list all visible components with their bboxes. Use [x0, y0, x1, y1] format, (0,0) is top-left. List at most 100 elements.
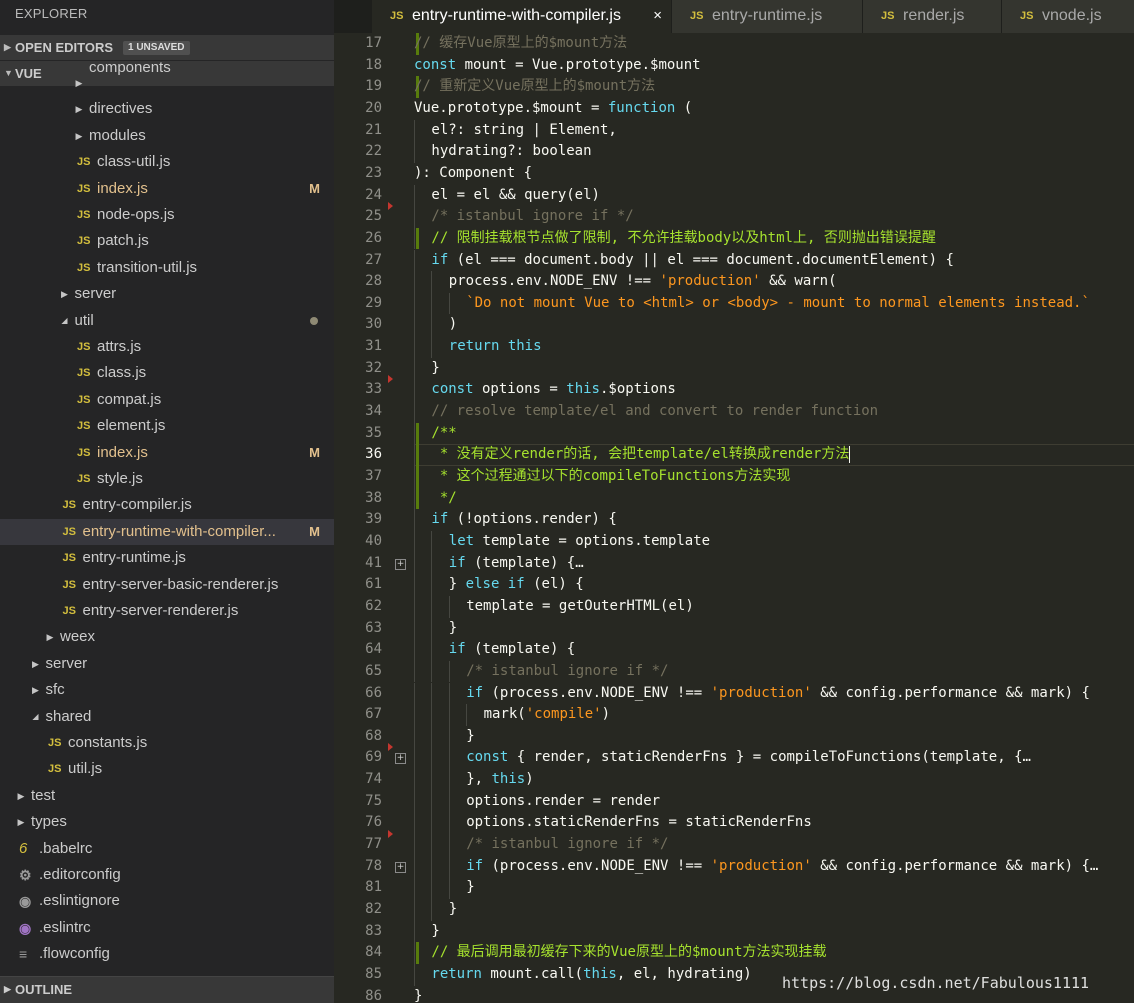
fold-expand-icon[interactable]: +: [395, 558, 406, 570]
code-line[interactable]: }: [431, 358, 439, 380]
code-line[interactable]: const options = this.$options: [431, 379, 675, 401]
code-line[interactable]: /* istanbul ignore if */: [431, 206, 633, 228]
tab-entry-runtime-with-compiler[interactable]: JS entry-runtime-with-compiler.js ×: [372, 0, 672, 33]
code-line[interactable]: }: [449, 618, 457, 640]
code-line[interactable]: return mount.call(this, el, hydrating): [431, 964, 751, 986]
code-line[interactable]: }: [466, 726, 474, 748]
code-line[interactable]: // 最后调用最初缓存下来的Vue原型上的$mount方法实现挂载: [431, 942, 826, 964]
code-line[interactable]: template = getOuterHTML(el): [466, 596, 694, 618]
close-icon[interactable]: ×: [653, 0, 662, 31]
code-line[interactable]: // 缓存Vue原型上的$mount方法: [414, 33, 627, 55]
code-line[interactable]: /* istanbul ignore if */: [466, 834, 668, 856]
code-line[interactable]: }: [466, 877, 474, 899]
fold-expand-icon[interactable]: +: [395, 753, 406, 765]
tree-item-label: directives: [89, 100, 153, 118]
tree-file[interactable]: JS entry-compiler.js: [0, 492, 334, 518]
code-line[interactable]: let template = options.template: [449, 531, 710, 553]
code-line[interactable]: hydrating?: boolean: [431, 141, 591, 163]
line-number: 78: [365, 857, 382, 874]
code-line[interactable]: options.staticRenderFns = staticRenderFn…: [466, 812, 812, 834]
code-line[interactable]: process.env.NODE_ENV !== 'production' &&…: [449, 271, 837, 293]
code-line[interactable]: }: [431, 921, 439, 943]
tree-folder[interactable]: ▶ components: [0, 59, 334, 96]
tree-file[interactable]: JS util.js: [0, 756, 334, 782]
code-token: return: [431, 965, 482, 982]
code-line[interactable]: `Do not mount Vue to <html> or <body> - …: [466, 293, 1090, 315]
code-line[interactable]: // 重新定义Vue原型上的$mount方法: [414, 76, 655, 98]
code-line[interactable]: if (process.env.NODE_ENV !== 'production…: [466, 856, 1098, 878]
modified-badge: M: [309, 523, 320, 539]
code-line[interactable]: el = el && query(el): [431, 185, 600, 207]
code-line[interactable]: /**: [431, 423, 456, 445]
code-line[interactable]: /* istanbul ignore if */: [466, 661, 668, 683]
code-line[interactable]: */: [431, 488, 457, 510]
tab-vnode[interactable]: JS vnode.js: [1002, 0, 1134, 33]
code-editor[interactable]: 17 // 缓存Vue原型上的$mount方法 18 const mount = Vu…: [334, 33, 1134, 1003]
tree-folder[interactable]: ▶ sfc: [0, 677, 334, 703]
code-token: { render, staticRenderFns } = compileToF…: [508, 749, 1031, 766]
code-line[interactable]: // 限制挂载根节点做了限制, 不允许挂载body以及html上, 否则抛出错误…: [431, 228, 935, 250]
code-line[interactable]: // resolve template/el and convert to re…: [431, 401, 878, 423]
tab-render[interactable]: JS render.js: [863, 0, 1002, 33]
tree-file[interactable]: JS index.js M: [0, 176, 334, 202]
tree-file[interactable]: JS class.js: [0, 360, 334, 386]
code-line[interactable]: if (!options.render) {: [431, 509, 616, 531]
tree-folder[interactable]: ◢ shared: [0, 704, 334, 730]
tree-file[interactable]: ≡ .flowconfig: [0, 941, 334, 967]
code-line[interactable]: el?: string | Element,: [431, 120, 616, 142]
tree-file[interactable]: JS entry-server-basic-renderer.js: [0, 572, 334, 598]
outline-header[interactable]: ▶ OUTLINE: [0, 976, 334, 1003]
code-line[interactable]: }: [449, 899, 457, 921]
code-line[interactable]: if (template) {…: [449, 553, 584, 575]
tree-file[interactable]: JS attrs.js: [0, 334, 334, 360]
tree-file[interactable]: JS entry-runtime-with-compiler... M: [0, 518, 334, 545]
tree-file[interactable]: ◉ .eslintignore: [0, 888, 334, 914]
code-line[interactable]: options.render = render: [466, 791, 660, 813]
tab-entry-runtime[interactable]: JS entry-runtime.js: [672, 0, 863, 33]
fold-expand-icon[interactable]: +: [395, 861, 406, 873]
tree-folder[interactable]: ▶ server: [0, 651, 334, 677]
code-line[interactable]: }, this): [466, 769, 533, 791]
code-token: * 这个过程通过以下的compileToFunctions方法实现: [431, 468, 791, 484]
code-line[interactable]: ): [449, 314, 457, 336]
tree-folder[interactable]: ▶ test: [0, 783, 334, 809]
tree-folder[interactable]: ▶ directives: [0, 96, 334, 122]
js-file-icon: JS: [62, 525, 76, 538]
code-line[interactable]: } else if (el) {: [449, 574, 584, 596]
tree-file[interactable]: JS transition-util.js: [0, 255, 334, 281]
tree-file[interactable]: JS patch.js: [0, 228, 334, 254]
tree-file[interactable]: JS constants.js: [0, 730, 334, 756]
code-line[interactable]: const mount = Vue.prototype.$mount: [414, 55, 701, 77]
tree-file[interactable]: JS entry-server-renderer.js: [0, 598, 334, 624]
tree-file[interactable]: 6 .babelrc: [0, 836, 334, 862]
code-line[interactable]: if (el === document.body || el === docum…: [431, 250, 954, 272]
tree-folder[interactable]: ▶ modules: [0, 123, 334, 149]
tree-folder[interactable]: ▶ types: [0, 809, 334, 835]
code-line[interactable]: if (template) {: [449, 639, 575, 661]
code-line[interactable]: * 没有定义render的话, 会把template/el转换成render方法: [431, 444, 850, 466]
code-line[interactable]: ): Component {: [414, 163, 532, 185]
tree-file[interactable]: ◉ .eslintrc: [0, 915, 334, 941]
tree-file[interactable]: JS entry-runtime.js: [0, 545, 334, 571]
tree-folder[interactable]: ◢ util: [0, 308, 334, 334]
tree-file[interactable]: JS class-util.js: [0, 149, 334, 175]
tree-file[interactable]: JS compat.js: [0, 387, 334, 413]
code-line[interactable]: const { render, staticRenderFns } = comp…: [466, 747, 1031, 769]
code-line[interactable]: Vue.prototype.$mount = function (: [414, 98, 692, 120]
code-line[interactable]: mark('compile'): [484, 704, 610, 726]
indent-guide: [414, 920, 415, 943]
tree-file[interactable]: JS index.js M: [0, 440, 334, 466]
tree-file[interactable]: ⚙ .editorconfig: [0, 862, 334, 888]
code-line[interactable]: return this: [449, 336, 542, 358]
code-line[interactable]: if (process.env.NODE_ENV !== 'production…: [466, 683, 1090, 705]
code-line[interactable]: * 这个过程通过以下的compileToFunctions方法实现: [431, 466, 791, 488]
tree-file[interactable]: JS style.js: [0, 466, 334, 492]
tree-folder[interactable]: ▶ weex: [0, 624, 334, 650]
tree-folder[interactable]: ▶ server: [0, 281, 334, 307]
js-file-icon: JS: [77, 261, 91, 274]
tree-file[interactable]: JS element.js: [0, 413, 334, 439]
code-token: }: [448, 901, 458, 917]
code-line[interactable]: }: [414, 986, 422, 1003]
tree-file[interactable]: JS node-ops.js: [0, 202, 334, 228]
tree-item-label: components: [89, 59, 171, 76]
